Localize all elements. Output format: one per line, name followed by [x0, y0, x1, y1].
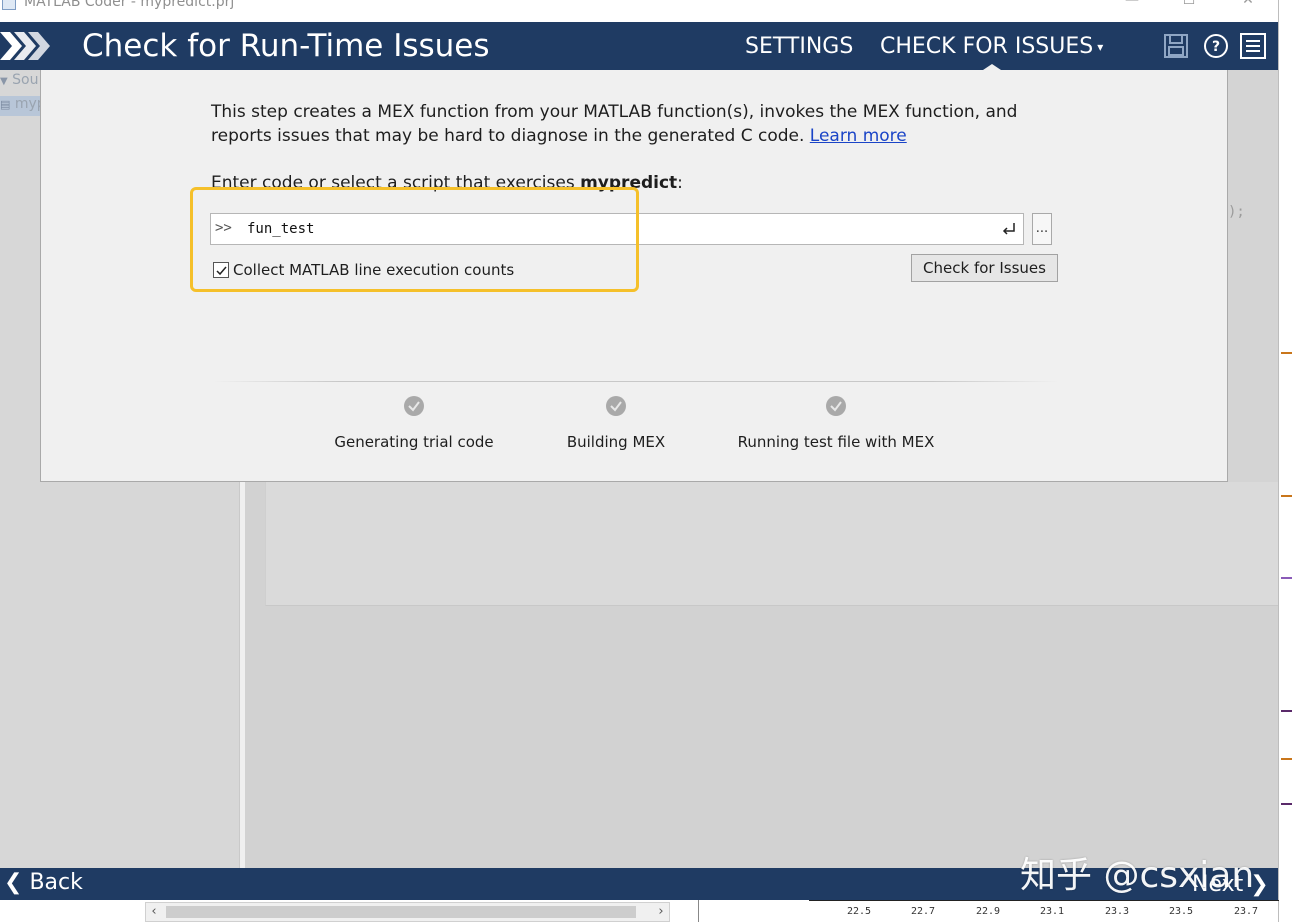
menu-icon[interactable]	[1240, 33, 1266, 59]
tree-item-label: Sou	[12, 72, 39, 88]
next-button[interactable]: Next ❯	[1192, 872, 1269, 897]
code-fragment: );	[1228, 204, 1245, 220]
next-label: Next	[1192, 872, 1244, 897]
axis-line	[809, 900, 1279, 901]
chevron-left-icon: ❮	[4, 870, 23, 895]
step-label: Building MEX	[566, 433, 666, 451]
step-check-icon	[606, 396, 626, 416]
plot-mark	[1281, 710, 1292, 712]
step-running-test-file: Running test file with MEX	[726, 395, 946, 451]
function-name: mypredict	[580, 173, 678, 193]
scroll-left-icon[interactable]: ‹	[146, 904, 162, 919]
step-generating-trial-code: Generating trial code	[334, 395, 494, 451]
collect-line-counts-label: Collect MATLAB line execution counts	[233, 260, 515, 279]
check-for-issues-button[interactable]: Check for Issues	[911, 254, 1058, 282]
step-building-mex: Building MEX	[546, 395, 686, 451]
plot-mark	[1281, 803, 1292, 805]
background-code-area: );	[1228, 70, 1278, 482]
dropdown-caret-icon: ▾	[1097, 40, 1104, 54]
scrollbar-thumb[interactable]	[166, 906, 636, 918]
file-icon: ▤	[0, 98, 11, 111]
svg-text:?: ?	[1212, 39, 1220, 55]
step-check-icon	[826, 396, 846, 416]
prompt-suffix: :	[677, 173, 683, 193]
learn-more-link[interactable]: Learn more	[810, 126, 907, 146]
plot-mark	[1281, 495, 1292, 497]
expand-arrow-icon: ▼	[0, 76, 8, 87]
tree-item-source[interactable]: ▼ Sou	[0, 72, 40, 92]
background-left-panel	[0, 482, 240, 868]
maximize-button[interactable]: ☐	[1179, 0, 1199, 10]
enter-icon[interactable]	[1001, 220, 1017, 236]
step-check-icon	[404, 396, 424, 416]
background-app-strip	[1278, 0, 1292, 922]
workflow-chevrons-icon	[0, 32, 50, 60]
tab-settings-label: SETTINGS	[745, 34, 854, 59]
input-prompt-label: Enter code or select a script that exerc…	[211, 173, 683, 193]
axis-tick-label: 23.1	[1040, 906, 1065, 917]
page-title: Check for Run-Time Issues	[82, 28, 490, 64]
back-label: Back	[29, 870, 83, 895]
window-title: MATLAB Coder - mypredict.prj	[24, 0, 235, 10]
test-command-input[interactable]	[247, 218, 987, 240]
prompt-prefix: Enter code or select a script that exerc…	[211, 173, 581, 193]
save-icon[interactable]	[1163, 33, 1189, 59]
step-label: Generating trial code	[334, 433, 494, 451]
progress-divider	[213, 381, 1059, 382]
window-title-bar: MATLAB Coder - mypredict.prj — ☐ ✕	[0, 0, 1280, 22]
tab-check-for-issues[interactable]: CHECK FOR ISSUES ▾	[880, 34, 1104, 72]
minimize-button[interactable]: —	[1122, 0, 1142, 10]
plot-mark	[1281, 577, 1292, 579]
axis-tick-label: 23.5	[1169, 906, 1194, 917]
background-inner-panel	[265, 482, 1278, 606]
test-command-field[interactable]: >>	[210, 213, 1024, 245]
step-label: Running test file with MEX	[737, 433, 935, 451]
help-icon[interactable]: ?	[1203, 33, 1229, 59]
plot-mark	[1281, 352, 1292, 354]
check-issues-panel: This step creates a MEX function from yo…	[40, 70, 1228, 482]
step-description: This step creates a MEX function from yo…	[211, 100, 1071, 148]
axis-tick-label: 22.7	[911, 906, 936, 917]
tab-check-for-issues-label: CHECK FOR ISSUES	[880, 34, 1094, 59]
horizontal-scrollbar[interactable]: ‹ ›	[145, 902, 670, 922]
background-plot-axis: 22.5 22.7 22.9 23.1 23.3 23.5 23.7	[698, 900, 1279, 922]
tree-item-label: myp	[14, 96, 40, 112]
chevron-right-icon: ❯	[1250, 872, 1269, 897]
command-prompt: >>	[215, 220, 232, 236]
axis-tick-label: 22.9	[976, 906, 1001, 917]
matlab-coder-app-icon	[2, 0, 16, 10]
checkmark-icon	[216, 266, 227, 275]
axis-tick-label: 22.5	[847, 906, 872, 917]
plot-mark	[1281, 758, 1292, 760]
browse-script-button[interactable]: ...	[1032, 213, 1052, 245]
tree-item-file[interactable]: ▤ myp	[0, 96, 40, 116]
back-button[interactable]: ❮ Back	[4, 870, 83, 895]
axis-tick-label: 23.3	[1105, 906, 1130, 917]
tab-settings[interactable]: SETTINGS	[745, 34, 853, 59]
workflow-nav-bar: ❮ Back Next ❯	[0, 868, 1278, 900]
collect-line-counts-option[interactable]: Collect MATLAB line execution counts	[213, 259, 514, 281]
axis-tick-label: 23.7	[1234, 906, 1259, 917]
matlab-coder-window: MATLAB Coder - mypredict.prj — ☐ ✕ ▼ Sou…	[0, 0, 1292, 922]
collect-line-counts-checkbox[interactable]	[213, 261, 229, 278]
scroll-right-icon[interactable]: ›	[653, 904, 669, 919]
close-button[interactable]: ✕	[1238, 0, 1258, 10]
header-banner: Check for Run-Time Issues SETTINGS CHECK…	[0, 22, 1278, 72]
